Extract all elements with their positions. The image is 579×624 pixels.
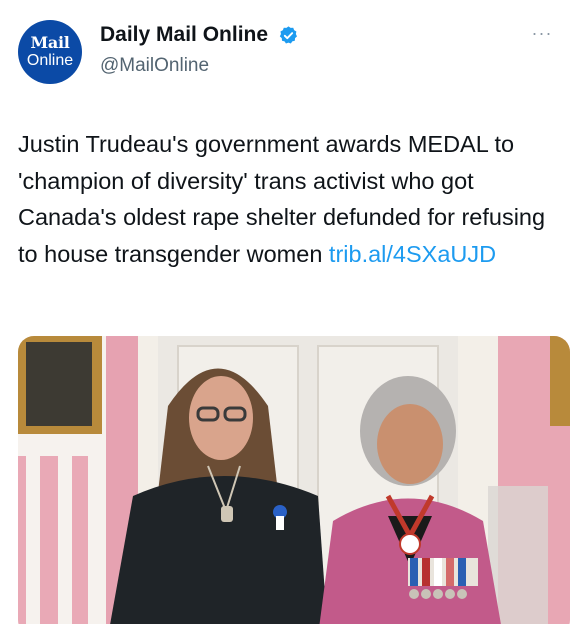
display-name[interactable]: Daily Mail Online [100, 23, 268, 46]
tweet-photo[interactable] [18, 336, 570, 624]
tweet-header: Mail Online Daily Mail Online @MailOnlin… [18, 20, 561, 84]
author-names: Daily Mail Online @MailOnline [100, 23, 299, 77]
avatar-logo-line1: Mail [30, 33, 70, 52]
handle[interactable]: @MailOnline [100, 55, 299, 77]
verified-badge-icon [278, 25, 299, 46]
tweet-link[interactable]: trib.al/​4SXaUJD [329, 241, 496, 267]
tweet-text: Justin Trudeau's government awards MEDAL… [18, 126, 563, 272]
avatar[interactable]: Mail Online [18, 20, 82, 84]
tweet-card[interactable]: Mail Online Daily Mail Online @MailOnlin… [0, 0, 579, 624]
avatar-logo-line2: Online [26, 52, 74, 69]
more-options-icon[interactable]: ··· [529, 24, 555, 42]
display-name-row: Daily Mail Online [100, 23, 299, 51]
photo-illustration [18, 336, 570, 624]
